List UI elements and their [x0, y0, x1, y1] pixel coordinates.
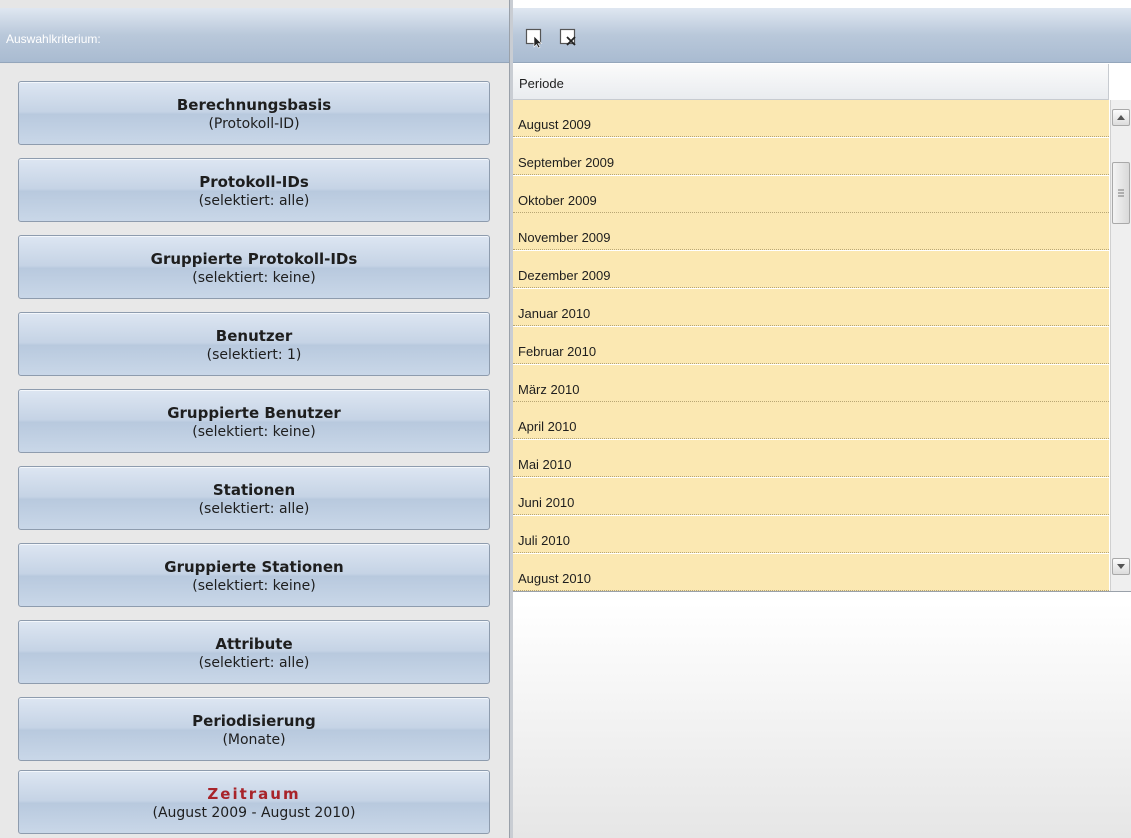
table-row[interactable]: Mai 2010 [513, 440, 1109, 478]
criterion-subtitle: (selektiert: alle) [198, 193, 310, 209]
cell-periode: Dezember 2009 [518, 268, 611, 284]
criterion-button-benutzer[interactable]: Benutzer (selektiert: 1) [18, 312, 490, 376]
criteria-list: Berechnungsbasis (Protokoll-ID) Protokol… [0, 64, 509, 838]
scroll-up-button[interactable] [1112, 109, 1130, 126]
grid-body: August 2009 September 2009 Oktober 2009 … [513, 100, 1109, 591]
cell-periode: Juli 2010 [518, 532, 571, 548]
criterion-button-zeitraum[interactable]: Zeitraum (August 2009 - August 2010) [18, 770, 490, 834]
criterion-button-stationen[interactable]: Stationen (selektiert: alle) [18, 466, 490, 530]
criterion-subtitle: (selektiert: keine) [192, 578, 316, 594]
criterion-title: Gruppierte Protokoll-IDs [150, 250, 358, 268]
deselect-all-icon[interactable] [559, 27, 579, 49]
period-grid: Periode August 2009 September 2009 Oktob… [513, 64, 1131, 592]
grip-icon [1118, 189, 1124, 197]
table-row[interactable]: Dezember 2009 [513, 251, 1109, 289]
criterion-subtitle: (selektiert: alle) [198, 501, 310, 517]
cell-periode: Oktober 2009 [518, 192, 597, 208]
criterion-button-protokoll-ids[interactable]: Protokoll-IDs (selektiert: alle) [18, 158, 490, 222]
table-row[interactable]: November 2009 [513, 213, 1109, 251]
column-header-label: Periode [519, 76, 564, 91]
criteria-panel: Auswahlkriterium: Berechnungsbasis (Prot… [0, 0, 509, 838]
criteria-header-label: Auswahlkriterium: [6, 32, 101, 46]
cell-periode: Februar 2010 [518, 343, 597, 359]
cell-periode: November 2009 [518, 230, 611, 246]
table-row[interactable]: März 2010 [513, 364, 1109, 402]
cell-periode: August 2009 [518, 117, 592, 132]
criterion-title: Zeitraum [207, 785, 301, 803]
criterion-title: Periodisierung [192, 712, 316, 730]
criterion-subtitle: (Monate) [222, 732, 286, 748]
scroll-down-button[interactable] [1112, 558, 1130, 575]
criterion-subtitle: (selektiert: keine) [192, 270, 316, 286]
cell-periode: März 2010 [518, 381, 580, 397]
cell-periode: Juni 2010 [518, 495, 575, 510]
table-row[interactable]: Juli 2010 [513, 515, 1109, 553]
table-row[interactable]: Oktober 2009 [513, 175, 1109, 213]
table-row[interactable]: Juni 2010 [513, 478, 1109, 515]
vertical-scrollbar[interactable] [1110, 100, 1131, 591]
criterion-subtitle: (Protokoll-ID) [208, 116, 300, 132]
criterion-subtitle: (selektiert: 1) [206, 347, 302, 363]
table-row[interactable]: April 2010 [513, 402, 1109, 440]
criterion-subtitle: (selektiert: keine) [192, 424, 316, 440]
criterion-subtitle: (selektiert: alle) [198, 655, 310, 671]
criterion-subtitle: (August 2009 - August 2010) [152, 805, 356, 821]
column-header-periode[interactable]: Periode [513, 64, 1109, 100]
table-row[interactable]: August 2010 [513, 553, 1109, 591]
cell-periode: Januar 2010 [518, 306, 591, 321]
arrow-up-icon [1117, 115, 1125, 120]
criterion-button-gruppierte-stationen[interactable]: Gruppierte Stationen (selektiert: keine) [18, 543, 490, 607]
cell-periode: September 2009 [518, 154, 615, 170]
criterion-button-periodisierung[interactable]: Periodisierung (Monate) [18, 697, 490, 761]
table-row[interactable]: September 2009 [513, 137, 1109, 175]
scrollbar-thumb[interactable] [1112, 162, 1130, 224]
criterion-button-berechnungsbasis[interactable]: Berechnungsbasis (Protokoll-ID) [18, 81, 490, 145]
criterion-title: Gruppierte Stationen [164, 558, 344, 576]
criterion-title: Protokoll-IDs [199, 173, 309, 191]
criterion-title: Berechnungsbasis [176, 96, 332, 114]
table-row[interactable]: August 2009 [513, 100, 1109, 137]
criterion-title: Stationen [212, 481, 296, 499]
selection-toolbar [513, 8, 1131, 63]
table-row[interactable]: Februar 2010 [513, 326, 1109, 364]
criterion-button-gruppierte-protokoll-ids[interactable]: Gruppierte Protokoll-IDs (selektiert: ke… [18, 235, 490, 299]
cell-periode: August 2010 [518, 570, 592, 586]
criterion-title: Benutzer [215, 327, 293, 345]
arrow-down-icon [1117, 564, 1125, 569]
criterion-title: Attribute [215, 635, 293, 653]
table-row[interactable]: Januar 2010 [513, 289, 1109, 326]
selection-panel: Periode August 2009 September 2009 Oktob… [513, 0, 1131, 838]
select-all-icon[interactable] [525, 27, 545, 49]
criterion-button-attribute[interactable]: Attribute (selektiert: alle) [18, 620, 490, 684]
criterion-button-gruppierte-benutzer[interactable]: Gruppierte Benutzer (selektiert: keine) [18, 389, 490, 453]
criteria-header: Auswahlkriterium: [0, 8, 509, 63]
cell-periode: April 2010 [518, 419, 577, 435]
cell-periode: Mai 2010 [518, 457, 572, 473]
criterion-title: Gruppierte Benutzer [167, 404, 341, 422]
